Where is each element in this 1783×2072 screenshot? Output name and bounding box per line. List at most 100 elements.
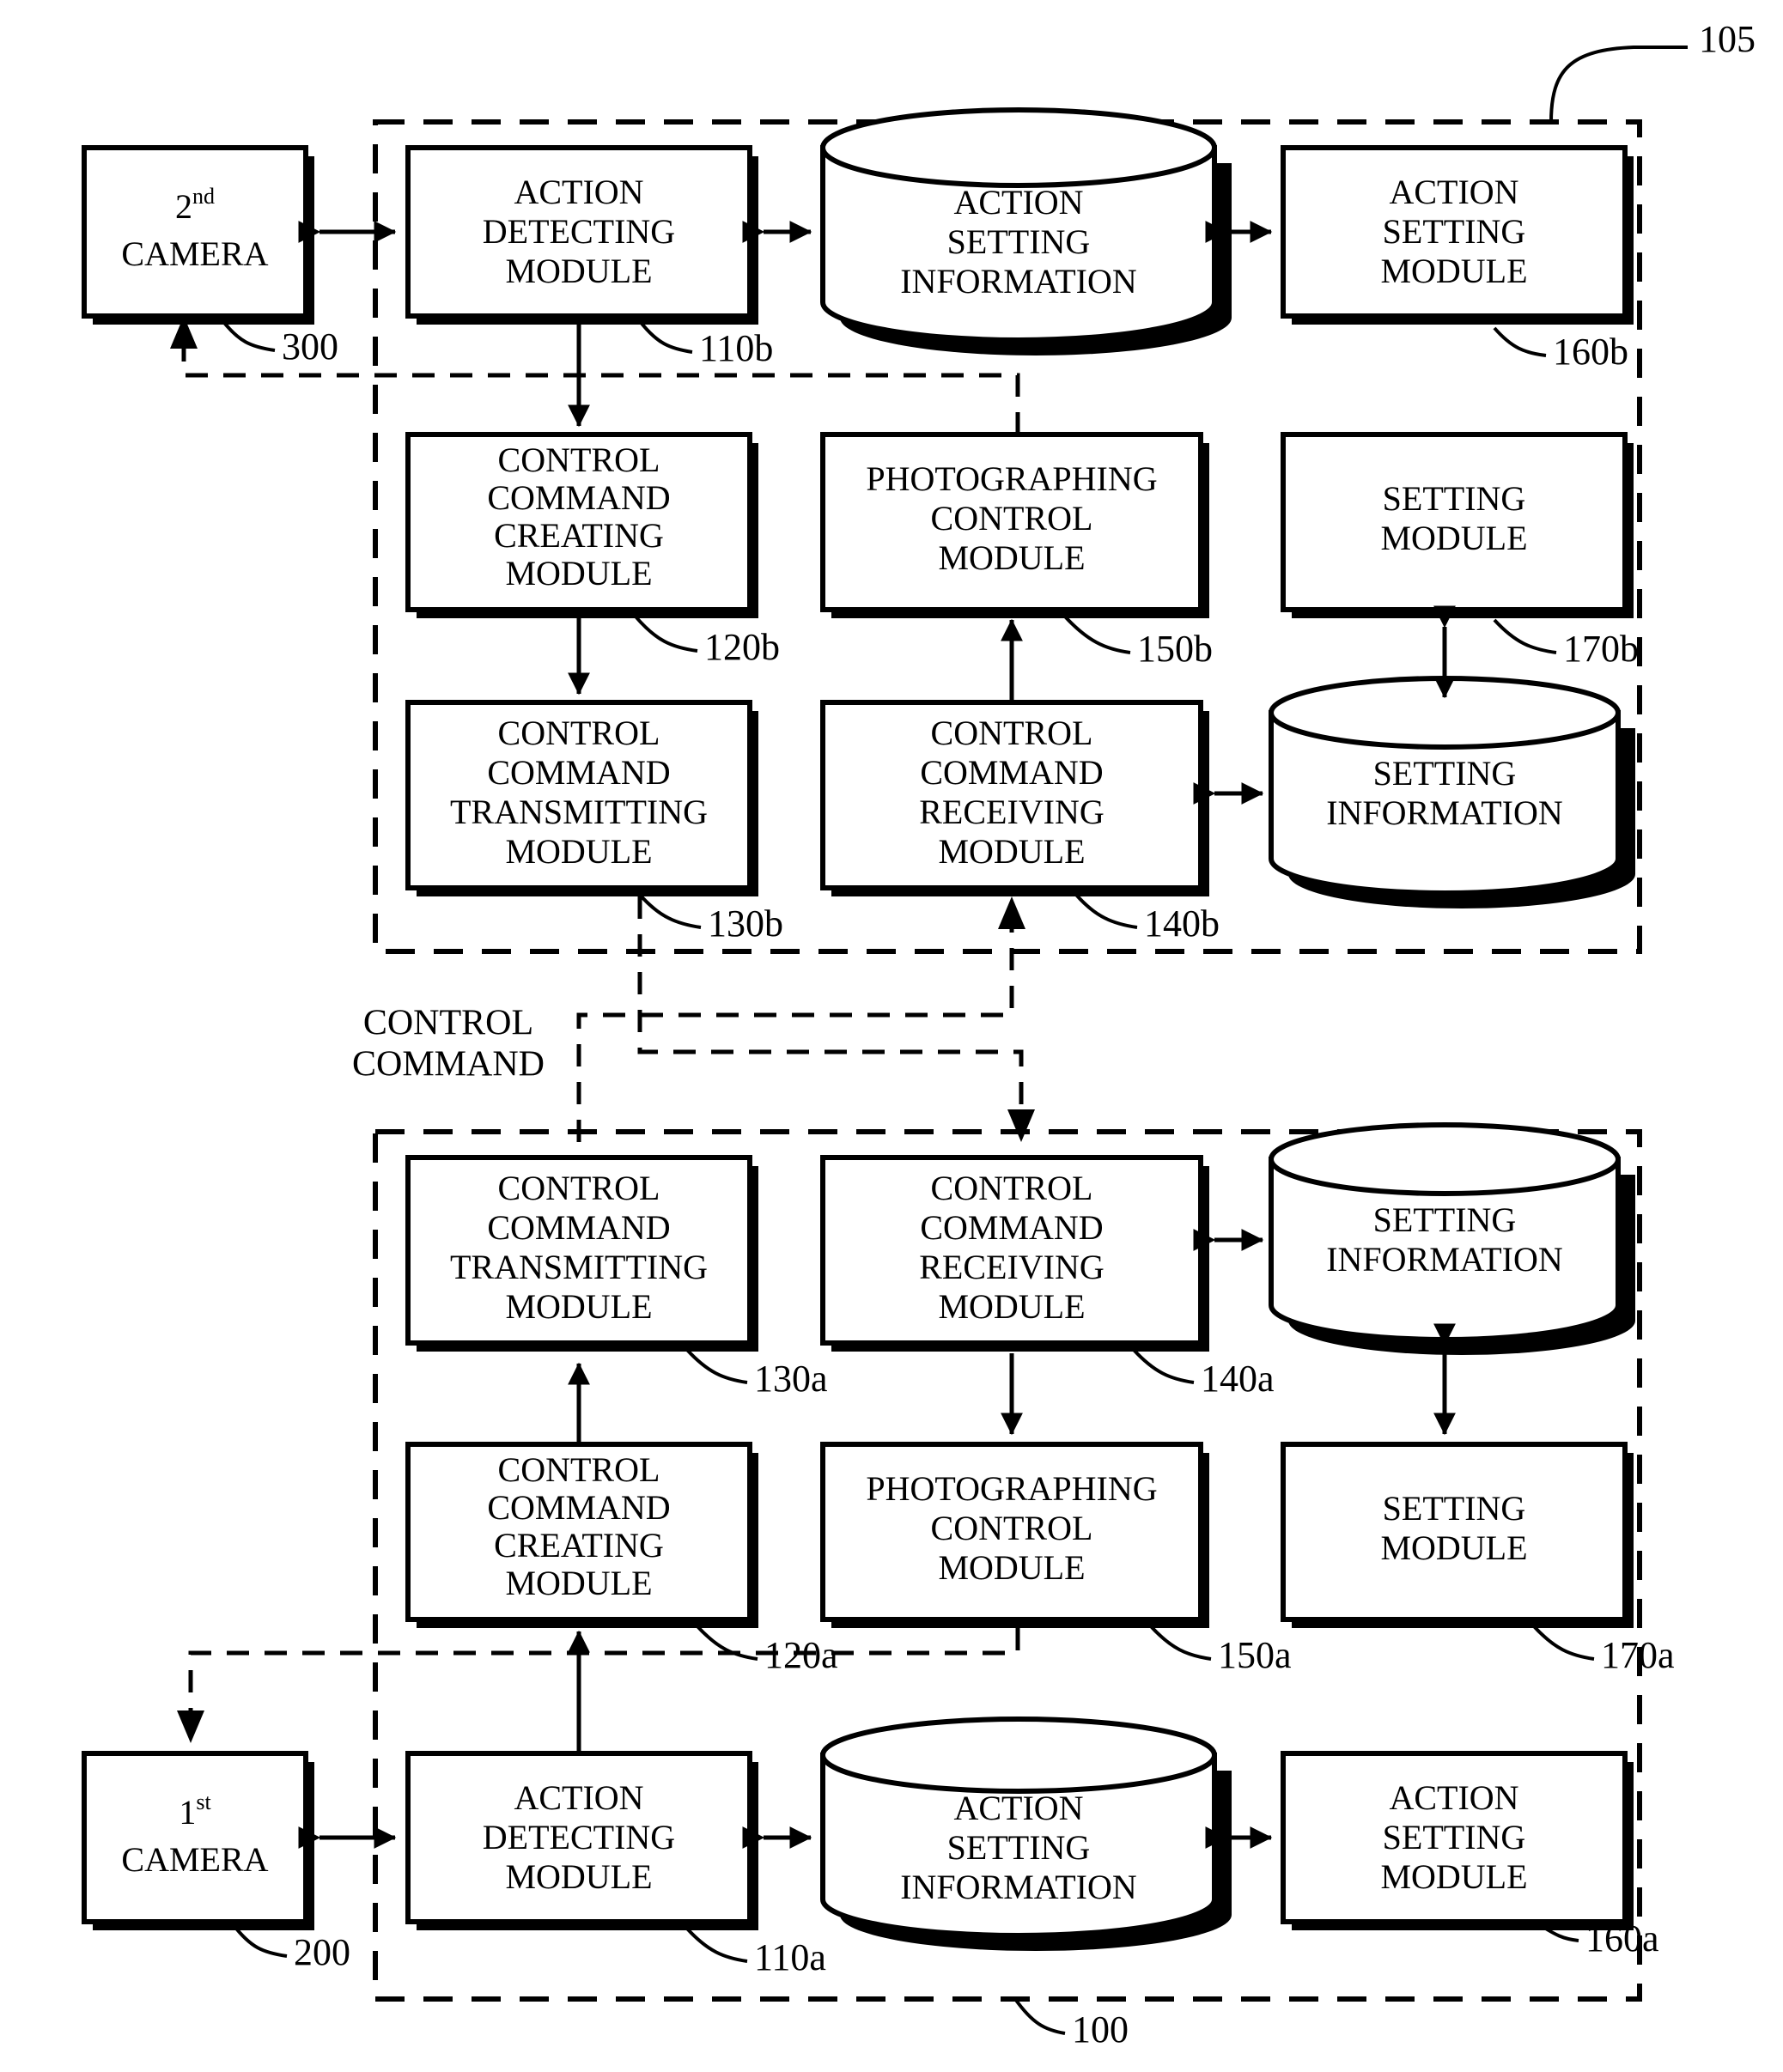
ref-140a: 140a — [1201, 1358, 1275, 1400]
svg-text:MODULE: MODULE — [938, 538, 1085, 577]
figure-canvas: 105 2nd CAMERA 300 ACTION DETECTING MODU… — [0, 0, 1783, 2072]
action-setting-information-a-label: ACTION — [953, 1789, 1083, 1827]
svg-text:MODULE: MODULE — [938, 1548, 1085, 1587]
ref-105: 105 — [1699, 18, 1756, 60]
svg-text:RECEIVING: RECEIVING — [919, 793, 1104, 831]
svg-text:INFORMATION: INFORMATION — [900, 1868, 1137, 1906]
ref-200: 200 — [294, 1931, 350, 1973]
setting-information-a-label: SETTING — [1373, 1200, 1517, 1239]
svg-text:MODULE: MODULE — [505, 554, 652, 592]
second-camera-label-2: CAMERA — [121, 234, 268, 273]
svg-text:INFORMATION: INFORMATION — [1326, 793, 1563, 832]
svg-text:MODULE: MODULE — [1380, 252, 1527, 290]
first-camera-box[interactable] — [82, 1751, 308, 1924]
arrow-to-camera1 — [177, 1710, 204, 1743]
svg-text:SETTING: SETTING — [1383, 212, 1526, 251]
cmd-receiving-module-b-label: CONTROL — [931, 714, 1093, 752]
ref-170b-leader — [1493, 618, 1557, 654]
svg-text:MODULE: MODULE — [1380, 1528, 1527, 1567]
svg-text:DETECTING: DETECTING — [483, 1818, 675, 1856]
setting-information-b-label: SETTING — [1373, 754, 1517, 793]
ref-110a: 110a — [754, 1936, 826, 1978]
ref-170a-leader — [1532, 1625, 1595, 1661]
ref-100: 100 — [1072, 2008, 1129, 2051]
svg-text:COMMAND: COMMAND — [487, 478, 670, 517]
svg-text:SETTING: SETTING — [947, 1828, 1091, 1867]
svg-text:INFORMATION: INFORMATION — [900, 262, 1137, 301]
photographing-control-module-a-label: PHOTOGRAPHING — [866, 1469, 1157, 1508]
cmd-creating-module-a-label: CONTROL — [498, 1450, 660, 1489]
ref-150a-leader — [1149, 1625, 1212, 1661]
ref-170b: 170b — [1563, 628, 1639, 670]
cmd-transmitting-module-a-label: CONTROL — [498, 1169, 660, 1207]
ref-120b: 120b — [704, 626, 780, 668]
svg-text:COMMAND: COMMAND — [487, 1208, 670, 1247]
svg-text:SETTING: SETTING — [1383, 1818, 1526, 1856]
svg-text:MODULE: MODULE — [505, 252, 652, 290]
svg-text:CREATING: CREATING — [494, 1526, 664, 1565]
cmd-receiving-module-a-label: CONTROL — [931, 1169, 1093, 1207]
setting-module-b-label: SETTING — [1383, 479, 1526, 518]
svg-text:COMMAND: COMMAND — [487, 753, 670, 792]
ref-150b-leader — [1063, 615, 1131, 654]
first-camera-label-2: CAMERA — [121, 1840, 268, 1879]
svg-text:MODULE: MODULE — [1380, 519, 1527, 557]
svg-text:MODULE: MODULE — [938, 832, 1085, 871]
svg-text:MODULE: MODULE — [1380, 1857, 1527, 1896]
ref-120a: 120a — [764, 1634, 838, 1676]
cmd-transmitting-module-b-label: CONTROL — [498, 714, 660, 752]
svg-text:CONTROL: CONTROL — [931, 499, 1093, 538]
svg-text:MODULE: MODULE — [505, 832, 652, 871]
svg-text:SETTING: SETTING — [947, 222, 1091, 261]
dashed-photographing-a-to-camera1 — [188, 1628, 1020, 1713]
ref-130b-leader — [638, 893, 702, 929]
ref-170a: 170a — [1601, 1634, 1675, 1676]
svg-text:CREATING: CREATING — [494, 516, 664, 555]
svg-text:TRANSMITTING: TRANSMITTING — [450, 793, 708, 831]
ref-130b: 130b — [708, 902, 783, 945]
svg-text:MODULE: MODULE — [505, 1857, 652, 1896]
ref-140b-leader — [1074, 893, 1138, 929]
cmd-creating-module-b-label: CONTROL — [498, 441, 660, 479]
action-setting-module-a-label: ACTION — [1389, 1778, 1518, 1817]
link-label-line1: CONTROL — [363, 1004, 533, 1043]
photographing-control-module-b-label: PHOTOGRAPHING — [866, 459, 1157, 498]
ref-140b: 140b — [1144, 902, 1220, 945]
svg-text:COMMAND: COMMAND — [920, 1208, 1103, 1247]
ref-130a-leader — [685, 1348, 748, 1384]
arrow-to-receive-b — [998, 896, 1025, 929]
second-camera-box[interactable] — [82, 145, 308, 319]
dashed-transmit-b-to-receive-a — [637, 896, 1024, 1116]
action-detecting-module-b-label: ACTION — [514, 173, 643, 211]
svg-text:DETECTING: DETECTING — [483, 212, 675, 251]
ref-110b: 110b — [699, 327, 773, 369]
ref-140a-leader — [1132, 1348, 1195, 1384]
ref-150a: 150a — [1218, 1634, 1292, 1676]
ref-110b-leader — [638, 319, 693, 354]
svg-text:TRANSMITTING: TRANSMITTING — [450, 1248, 708, 1286]
svg-text:MODULE: MODULE — [938, 1287, 1085, 1326]
ref-150b: 150b — [1137, 628, 1213, 670]
setting-module-a-label: SETTING — [1383, 1489, 1526, 1528]
ref-160b-leader — [1493, 326, 1547, 357]
svg-text:MODULE: MODULE — [505, 1287, 652, 1326]
dashed-transmit-a-to-receive-b — [576, 922, 1014, 1142]
action-setting-module-b-label: ACTION — [1389, 173, 1518, 211]
link-label-line2: COMMAND — [352, 1045, 545, 1085]
ref-105-leader — [1549, 46, 1688, 123]
ref-110a-leader — [685, 1927, 748, 1963]
svg-text:MODULE: MODULE — [505, 1564, 652, 1602]
ref-120b-leader — [634, 615, 698, 653]
svg-text:INFORMATION: INFORMATION — [1326, 1240, 1563, 1279]
svg-text:RECEIVING: RECEIVING — [919, 1248, 1104, 1286]
ref-300: 300 — [282, 325, 338, 368]
ref-160a: 160a — [1585, 1917, 1659, 1960]
svg-text:COMMAND: COMMAND — [487, 1488, 670, 1527]
action-setting-information-b-label: ACTION — [953, 183, 1083, 222]
ref-100-leader — [1013, 1997, 1066, 2035]
action-detecting-module-a-label: ACTION — [514, 1778, 643, 1817]
arrow-to-receive-a — [1007, 1109, 1035, 1142]
svg-text:COMMAND: COMMAND — [920, 753, 1103, 792]
ref-160b: 160b — [1553, 331, 1628, 373]
svg-text:CONTROL: CONTROL — [931, 1509, 1093, 1547]
